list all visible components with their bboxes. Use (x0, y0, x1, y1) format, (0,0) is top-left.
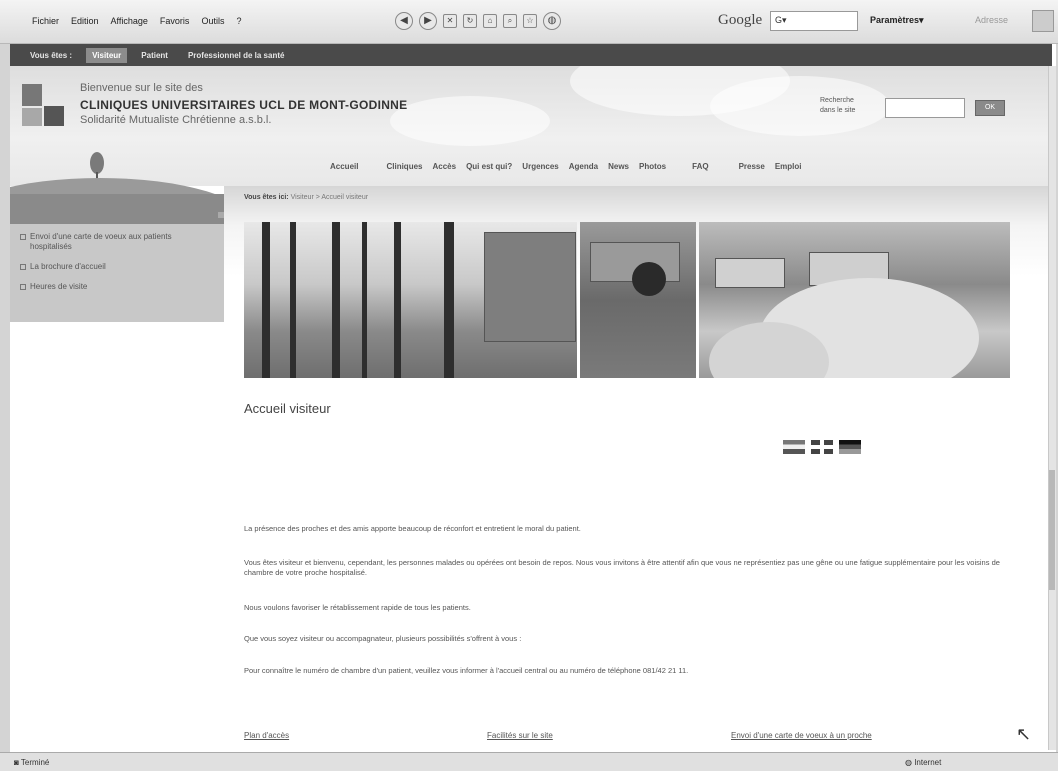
vertical-scrollbar[interactable] (1048, 66, 1056, 750)
de-flag-icon[interactable] (839, 440, 861, 454)
sidebar-item-heures-visite[interactable]: Heures de visite (20, 282, 214, 292)
photo-forest-building (244, 222, 577, 378)
photo-blossom-tree (699, 222, 1010, 378)
menu-presse[interactable]: Presse (739, 162, 765, 171)
paragraph-1: La présence des proches et des amis appo… (244, 524, 581, 533)
address-label: Adresse (975, 15, 1009, 25)
home-icon[interactable]: ⌂ (483, 14, 497, 28)
link-plan-acces[interactable]: Plan d'accès (244, 731, 289, 740)
zone-text: ◍ Internet (905, 758, 942, 767)
paragraph-2: Vous êtes visiteur et bienvenu, cependan… (244, 558, 1000, 577)
menu-help[interactable]: ? (236, 16, 241, 26)
photo-garden (580, 222, 696, 378)
language-switcher (783, 440, 861, 454)
sidebar-item-carte-voeux[interactable]: Envoi d'une carte de voeux aux patients … (20, 232, 214, 252)
browser-toolbar: Fichier Edition Affichage Favoris Outils… (0, 0, 1058, 44)
cloud-decoration (390, 96, 550, 146)
menu-outils[interactable]: Outils (201, 16, 224, 26)
menu-emploi[interactable]: Emploi (775, 162, 802, 171)
globe-icon[interactable]: ◍ (543, 12, 561, 30)
menu-news[interactable]: News (608, 162, 629, 171)
menu-cliniques[interactable]: Cliniques (386, 162, 422, 171)
internet-zone-icon: ◍ (905, 758, 915, 767)
menu-favoris[interactable]: Favoris (160, 16, 190, 26)
browser-nav-icons: ◀ ▶ ✕ ↻ ⌂ ⌕ ☆ ◍ (395, 12, 561, 30)
back-icon[interactable]: ◀ (395, 12, 413, 30)
browser-menu-bar: Fichier Edition Affichage Favoris Outils… (32, 16, 241, 26)
refresh-icon[interactable]: ↻ (463, 14, 477, 28)
mouse-cursor-icon: ↖ (1016, 724, 1032, 744)
bullet-icon (20, 284, 26, 290)
photo-banner (244, 222, 1010, 378)
paragraph-4: Que vous soyez visiteur ou accompagnateu… (244, 634, 522, 643)
forward-icon[interactable]: ▶ (419, 12, 437, 30)
landscape-illustration (10, 150, 224, 224)
status-bar: ◙ Terminé ◍ Internet (0, 752, 1058, 771)
cloud-decoration (710, 76, 890, 136)
tree-icon (90, 152, 104, 174)
menu-acces[interactable]: Accès (432, 162, 456, 171)
link-carte-voeux[interactable]: Envoi d'une carte de voeux à un proche (731, 731, 872, 740)
paragraph-5: Pour connaître le numéro de chambre d'un… (244, 666, 689, 675)
tab-professionnel[interactable]: Professionnel de la santé (182, 48, 290, 63)
site-search-label: Recherche dans le site (820, 97, 856, 114)
menu-agenda[interactable]: Agenda (569, 162, 598, 171)
clinic-subtitle: Solidarité Mutualiste Chrétienne a.s.b.l… (80, 114, 272, 126)
page-title: Accueil visiteur (244, 401, 331, 416)
nl-flag-icon[interactable] (783, 440, 805, 454)
uk-flag-icon[interactable] (811, 440, 833, 454)
sidebar-item-brochure[interactable]: La brochure d'accueil (20, 262, 214, 272)
menu-fichier[interactable]: Fichier (32, 16, 59, 26)
menu-urgences[interactable]: Urgences (522, 162, 558, 171)
paragraph-3: Nous voulons favoriser le rétablissement… (244, 603, 471, 612)
main-menu: Accueil Cliniques Accès Qui est qui? Urg… (330, 162, 802, 171)
menu-faq[interactable]: FAQ (692, 162, 708, 171)
menu-affichage[interactable]: Affichage (111, 16, 148, 26)
favorites-icon[interactable]: ☆ (523, 14, 537, 28)
search-icon[interactable]: ⌕ (503, 14, 517, 28)
page-done-icon: ◙ (14, 758, 21, 767)
site-search-input[interactable] (885, 98, 965, 118)
clinic-name: CLINIQUES UNIVERSITAIRES UCL DE MONT-GOD… (80, 98, 408, 112)
status-text: ◙ Terminé (14, 758, 50, 767)
breadcrumb-path[interactable]: Visiteur > Accueil visiteur (291, 194, 369, 201)
scrollbar-thumb[interactable] (1049, 470, 1055, 590)
site-search-button[interactable]: OK (975, 100, 1005, 116)
audience-label: Vous êtes : (30, 50, 73, 60)
tab-patient[interactable]: Patient (135, 48, 174, 63)
browser-frame-left (0, 44, 10, 752)
link-facilites[interactable]: Facilités sur le site (487, 731, 553, 740)
sidebar: Envoi d'une carte de voeux aux patients … (10, 224, 224, 322)
menu-edition[interactable]: Edition (71, 16, 99, 26)
google-parameters-button[interactable]: Paramètres▾ (870, 15, 924, 26)
toolbar-extension-icon[interactable] (1032, 10, 1054, 32)
google-search-input[interactable]: G▾ (770, 11, 858, 31)
menu-accueil[interactable]: Accueil (330, 162, 358, 171)
breadcrumb: Vous êtes ici: Visiteur > Accueil visite… (244, 194, 369, 201)
site-audience-nav: Vous êtes : Visiteur Patient Professionn… (10, 44, 1052, 66)
tab-visiteur[interactable]: Visiteur (86, 47, 128, 63)
menu-qui-est-qui[interactable]: Qui est qui? (466, 162, 512, 171)
bullet-icon (20, 264, 26, 270)
welcome-text: Bienvenue sur le site des (80, 82, 203, 94)
menu-photos[interactable]: Photos (639, 162, 666, 171)
google-logo: Google (718, 12, 763, 28)
stop-icon[interactable]: ✕ (443, 14, 457, 28)
bullet-icon (20, 234, 26, 240)
clinic-logo[interactable] (22, 84, 66, 128)
